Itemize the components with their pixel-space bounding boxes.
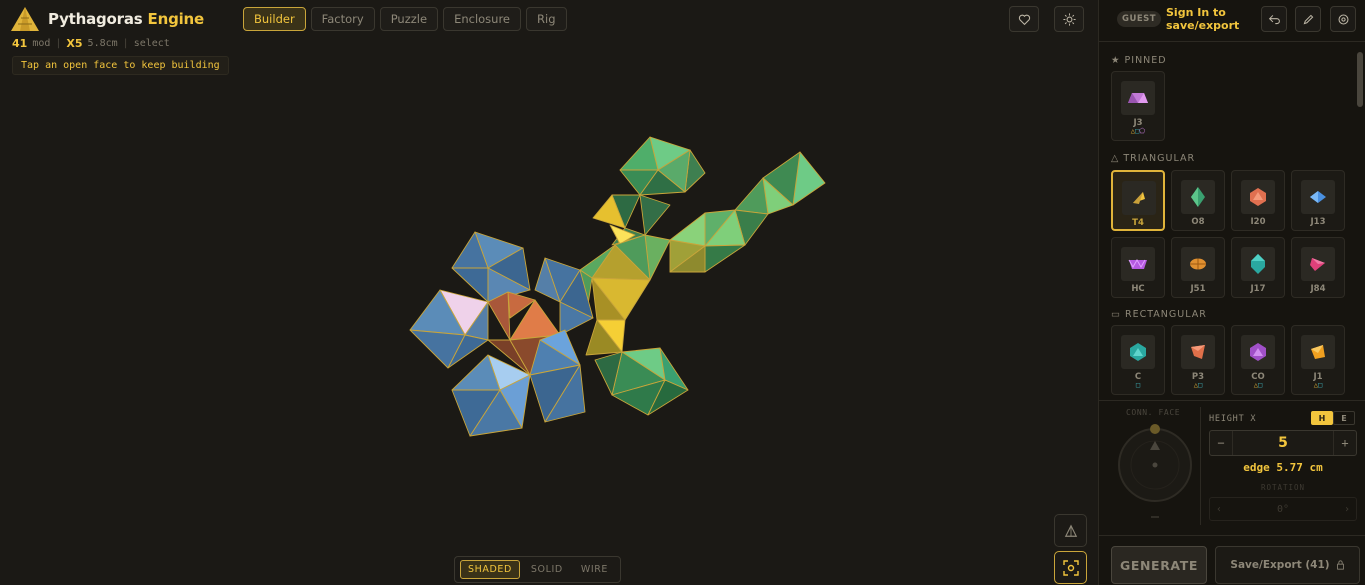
- settings-button[interactable]: [1330, 6, 1356, 32]
- rotate-left-icon[interactable]: ‹: [1216, 504, 1222, 515]
- prism-p3-icon: [1191, 345, 1205, 359]
- brand: Pythagoras Engine: [10, 6, 204, 32]
- stats-bar: 41 mod | X5 5.8cm | select: [12, 37, 170, 50]
- rotation-value: 0°: [1276, 503, 1290, 515]
- module-unit: mod: [32, 38, 51, 49]
- rotate-right-icon[interactable]: ›: [1344, 504, 1350, 515]
- shape-j51-icon: [1190, 258, 1206, 270]
- mode-tabs: Builder Factory Puzzle Enclosure Rig: [243, 7, 567, 31]
- tab-enclosure[interactable]: Enclosure: [443, 7, 522, 31]
- height-value[interactable]: 5: [1232, 431, 1334, 455]
- shape-card-o8[interactable]: O8: [1171, 170, 1225, 231]
- face[interactable]: [704, 244, 746, 273]
- settings-icon: [1338, 14, 1348, 24]
- sun-icon: [1062, 12, 1076, 26]
- shape-j13-icon: [1310, 191, 1326, 203]
- module-count: 41: [12, 37, 28, 50]
- section-rectangular: ▭ RECTANGULAR: [1111, 309, 1207, 320]
- face[interactable]: [734, 177, 769, 215]
- shape-card-hc[interactable]: HC: [1111, 237, 1165, 298]
- save-export-button[interactable]: Save/Export (41): [1215, 546, 1360, 584]
- account-bar: GUEST Sign In to save/export: [1099, 0, 1365, 42]
- cuboctahedron-icon: [1250, 343, 1266, 361]
- heart-icon: [1018, 14, 1030, 25]
- shape-j84-icon: [1310, 258, 1325, 271]
- undo-button[interactable]: [1261, 6, 1287, 32]
- pencil-button[interactable]: [1295, 6, 1321, 32]
- height-mode-h[interactable]: H: [1311, 411, 1333, 425]
- guest-badge: GUEST: [1117, 11, 1162, 27]
- scale-label: X5: [66, 37, 83, 50]
- tetrahedron-icon: [1133, 192, 1145, 204]
- shape-card-j1[interactable]: J1 △□: [1291, 325, 1345, 395]
- pyramid-logo-icon: [11, 7, 39, 31]
- mode-solid[interactable]: SOLID: [524, 560, 570, 579]
- height-label: HEIGHT X: [1209, 414, 1257, 424]
- shape-panel: GUEST Sign In to save/export ★ PINNED J3…: [1098, 0, 1365, 585]
- face-types: △□: [1253, 381, 1263, 389]
- face-types: □: [1135, 381, 1141, 389]
- interaction-mode: select: [133, 38, 170, 49]
- section-triangular: △ TRIANGULAR: [1111, 153, 1196, 164]
- pyramid-outline-icon: [1064, 523, 1077, 537]
- cube-icon: [1130, 343, 1146, 361]
- height-stepper: − 5 +: [1209, 430, 1357, 456]
- shape-card-j17[interactable]: J17: [1231, 237, 1285, 298]
- mode-shaded[interactable]: SHADED: [460, 560, 520, 579]
- face[interactable]: [639, 194, 671, 236]
- pencil-icon: [1303, 14, 1313, 24]
- height-decrement-button[interactable]: −: [1210, 431, 1232, 455]
- recenter-view-button[interactable]: [1054, 551, 1087, 584]
- shape-card-co[interactable]: CO △□: [1231, 325, 1285, 395]
- pyramid-j1-icon: [1311, 345, 1325, 359]
- panel-scrollbar[interactable]: [1357, 52, 1363, 107]
- shape-card-j13[interactable]: J13: [1291, 170, 1345, 231]
- shape-j17-icon: [1251, 254, 1265, 274]
- icosahedron-icon: [1250, 188, 1266, 206]
- build-hint: Tap an open face to keep building: [12, 56, 229, 75]
- tab-rig[interactable]: Rig: [526, 7, 567, 31]
- shape-card-i20[interactable]: I20: [1231, 170, 1285, 231]
- shape-card-j3[interactable]: J3 △□⬠: [1111, 71, 1165, 141]
- shape-card-t4[interactable]: T4: [1111, 170, 1165, 231]
- section-pinned: ★ PINNED: [1111, 55, 1167, 66]
- view-axis-button[interactable]: [1054, 514, 1087, 547]
- height-increment-button[interactable]: +: [1334, 431, 1356, 455]
- generate-button[interactable]: GENERATE: [1111, 546, 1207, 584]
- edge-length: edge 5.77 cm: [1243, 461, 1323, 474]
- shape-j3-icon: [1128, 93, 1148, 103]
- conn-face-label: CONN. FACE: [1126, 408, 1181, 417]
- undo-icon: [1268, 14, 1280, 24]
- mode-wire[interactable]: WIRE: [574, 560, 615, 579]
- face-types: △□: [1313, 381, 1323, 389]
- theme-button[interactable]: [1054, 6, 1084, 32]
- polyhedra-3d-viewport[interactable]: [390, 120, 850, 450]
- sign-in-link[interactable]: Sign In to save/export: [1166, 6, 1256, 32]
- scale-size: 5.8cm: [87, 38, 118, 49]
- shape-card-p3[interactable]: P3 △□: [1171, 325, 1225, 395]
- lock-icon: [1336, 560, 1344, 570]
- face-types: △□⬠: [1130, 127, 1146, 135]
- tab-builder[interactable]: Builder: [243, 7, 306, 31]
- shape-hc-icon: [1128, 258, 1147, 269]
- shape-card-j84[interactable]: J84: [1291, 237, 1345, 298]
- connection-face-dial[interactable]: [1117, 423, 1193, 523]
- face-types: △□: [1193, 381, 1203, 389]
- action-bar: GENERATE Save/Export (41): [1099, 535, 1365, 585]
- tab-factory[interactable]: Factory: [310, 7, 375, 31]
- height-mode-e[interactable]: E: [1333, 411, 1355, 425]
- rotation-label: ROTATION: [1260, 483, 1306, 492]
- favorite-button[interactable]: [1009, 6, 1039, 32]
- render-mode-switcher: SHADED SOLID WIRE: [454, 556, 622, 583]
- tab-puzzle[interactable]: Puzzle: [379, 7, 439, 31]
- shape-card-c[interactable]: C □: [1111, 325, 1165, 395]
- rotation-control[interactable]: ‹ 0° ›: [1209, 497, 1357, 521]
- focus-frame-icon: [1062, 559, 1079, 576]
- shape-card-j51[interactable]: J51: [1171, 237, 1225, 298]
- placement-controls: CONN. FACE HEIGHT X H E − 5 + edge 5.77 …: [1099, 400, 1365, 535]
- octahedron-icon: [1191, 187, 1205, 207]
- app-title: Pythagoras Engine: [48, 10, 205, 28]
